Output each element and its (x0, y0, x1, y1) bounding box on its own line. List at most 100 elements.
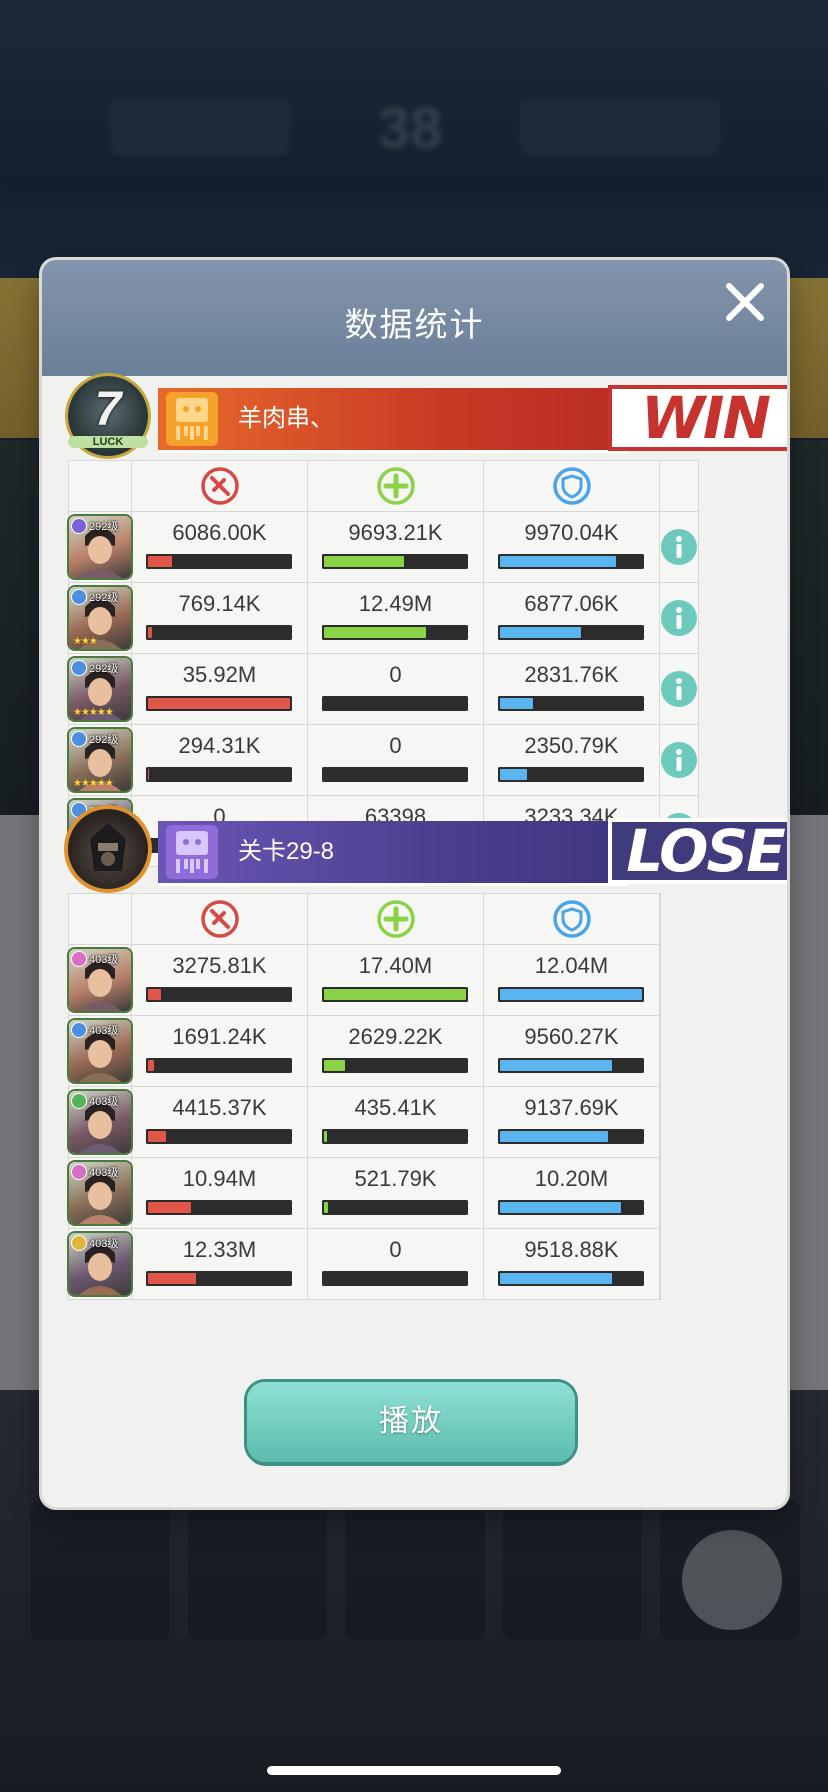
team-name-bar: 羊肉串、 (158, 388, 628, 453)
hero-portrait[interactable]: 292级 ★★★★★ (69, 729, 131, 791)
damage-bar-fill (148, 1202, 191, 1213)
damage-bar-fill (148, 769, 150, 780)
heal-stat: 0 (308, 725, 483, 795)
hero-element-icon (72, 1165, 86, 1179)
hero-element-icon (72, 1236, 86, 1250)
defense-stat: 6877.06K (484, 583, 659, 653)
hero-element-icon (72, 952, 86, 966)
dialog-title: 数据统计 (344, 306, 485, 343)
close-icon[interactable] (721, 278, 769, 326)
defense-bar-fill (500, 1060, 613, 1071)
hero-portrait[interactable]: 292级 ★★★ (69, 587, 131, 649)
heal-value: 9693.21K (348, 520, 443, 545)
heal-stat: 435.41K (308, 1087, 483, 1157)
hero-portrait[interactable]: 403级 (69, 1020, 131, 1082)
result-text: WIN (640, 384, 771, 452)
defense-value: 2831.76K (524, 662, 619, 687)
damage-value: 769.14K (178, 591, 261, 616)
heal-value: 521.79K (354, 1166, 437, 1191)
heal-bar (322, 1200, 468, 1215)
enemy-avatar (68, 809, 148, 889)
defense-value: 9560.27K (524, 1024, 619, 1049)
hero-portrait[interactable]: 292级 ★★★★★ (69, 658, 131, 720)
hero-stat-row: 403级 4415.37K 435.41K 9137.69K (68, 1086, 661, 1158)
info-icon[interactable] (660, 741, 698, 779)
damage-value: 4415.37K (172, 1095, 267, 1120)
heal-bar-fill (324, 556, 404, 567)
defense-bar (498, 767, 644, 782)
damage-value: 12.33M (182, 1237, 257, 1262)
team-banner: 关卡29-8 LOSE (68, 809, 787, 889)
defense-value: 10.20M (534, 1166, 609, 1191)
heal-bar-fill (324, 1131, 327, 1142)
heal-bar (322, 767, 468, 782)
damage-stat: 6086.00K (132, 512, 307, 582)
defense-value: 9970.04K (524, 520, 619, 545)
damage-stat: 4415.37K (132, 1087, 307, 1157)
home-indicator[interactable] (267, 1766, 561, 1775)
heal-bar-fill (324, 1060, 346, 1071)
hero-level: 292级 (89, 663, 119, 675)
heal-value: 2629.22K (348, 1024, 443, 1049)
sword-icon (200, 900, 239, 938)
dialog-header: 数据统计 (42, 260, 787, 376)
hero-stat-row: 403级 10.94M 521.79K 10.20M (68, 1157, 661, 1229)
defense-stat: 9137.69K (484, 1087, 659, 1157)
hero-level: 292级 (89, 521, 119, 533)
info-icon[interactable] (660, 528, 698, 566)
hero-level: 292级 (89, 734, 119, 746)
damage-bar (146, 625, 292, 640)
damage-bar (146, 1200, 292, 1215)
team-name: 关卡29-8 (238, 838, 335, 865)
defense-bar-fill (500, 769, 527, 780)
play-button[interactable]: 播放 (247, 1382, 575, 1462)
hero-element-icon (72, 1094, 86, 1108)
defense-bar (498, 1200, 644, 1215)
hero-stars: ★★★★★ (73, 707, 114, 718)
heal-bar-fill (324, 627, 427, 638)
info-icon[interactable] (660, 599, 698, 637)
team-stats-table: 403级 3275.81K 17.40M 12.04M 403级 1691.24… (68, 893, 661, 1300)
defense-bar (498, 1129, 644, 1144)
heal-value: 0 (389, 733, 402, 758)
heal-bar (322, 1129, 468, 1144)
defense-bar-fill (500, 627, 581, 638)
hero-portrait[interactable]: 403级 (69, 1091, 131, 1153)
defense-value: 9518.88K (524, 1237, 619, 1262)
shield-icon (552, 900, 591, 938)
heal-bar (322, 1058, 468, 1073)
hero-level: 403级 (89, 1025, 119, 1037)
hero-level: 403级 (89, 1167, 119, 1179)
damage-bar (146, 1058, 292, 1073)
plus-cross-icon (376, 467, 415, 505)
stats-header-row (68, 460, 699, 512)
hero-portrait[interactable]: 403级 (69, 949, 131, 1011)
damage-bar-fill (148, 1273, 197, 1284)
hero-element-icon (72, 1023, 86, 1037)
defense-bar-fill (500, 989, 642, 1000)
damage-bar (146, 1129, 292, 1144)
stats-header-row (68, 893, 661, 945)
hero-portrait[interactable]: 403级 (69, 1162, 131, 1224)
team-name-bar: 关卡29-8 (158, 821, 628, 886)
defense-value: 6877.06K (524, 591, 619, 616)
hero-stat-row: 403级 3275.81K 17.40M 12.04M (68, 944, 661, 1016)
damage-stat: 1691.24K (132, 1016, 307, 1086)
defense-value: 2350.79K (524, 733, 619, 758)
luck-number: 7 (94, 383, 122, 436)
battle-stats-dialog: 数据统计 7 LUCK 羊肉串、 WIN 292级 6086.00K 9693.… (42, 260, 787, 1507)
damage-bar (146, 987, 292, 1002)
hero-portrait[interactable]: 292级 (69, 516, 131, 578)
shield-icon (552, 467, 591, 505)
heal-bar-fill (324, 1202, 329, 1213)
defense-stat: 9970.04K (484, 512, 659, 582)
defense-bar (498, 987, 644, 1002)
damage-stat: 10.94M (132, 1158, 307, 1228)
defense-bar (498, 625, 644, 640)
info-icon[interactable] (660, 670, 698, 708)
damage-stat: 12.33M (132, 1229, 307, 1299)
hero-stat-row: 292级 6086.00K 9693.21K 9970.04K (68, 511, 699, 583)
damage-value: 3275.81K (172, 953, 267, 978)
hero-portrait[interactable]: 403级 (69, 1233, 131, 1295)
damage-bar (146, 696, 292, 711)
